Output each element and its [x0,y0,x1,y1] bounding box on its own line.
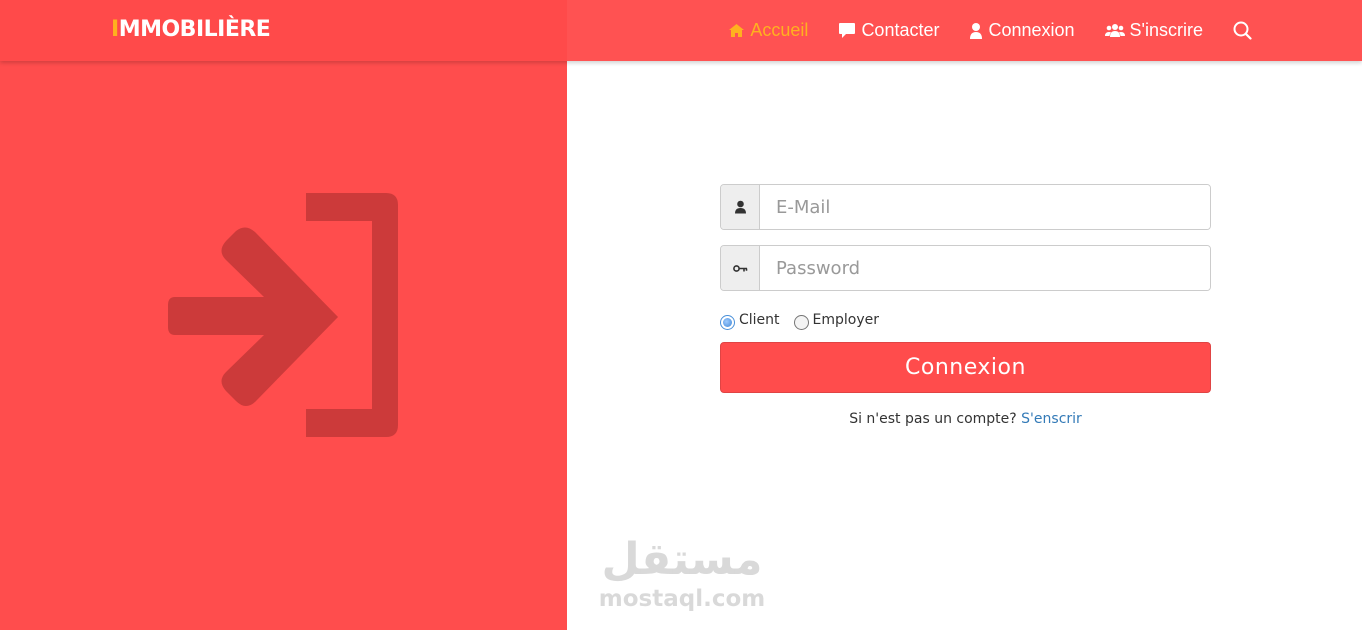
nav-item-sinscrire[interactable]: S'inscrire [1104,20,1203,41]
radio-employer[interactable]: Employer [793,311,880,330]
logo-accent-letter: I [111,17,119,42]
logo-text: MMOBILIÈRE [118,17,271,42]
key-icon [732,264,747,272]
signup-prompt: Si n'est pas un compte? S'enscrir [720,411,1211,427]
watermark-latin: mostaql.com [598,586,766,612]
password-field[interactable] [760,246,1210,290]
watermark: مستقل mostaql.com [597,535,767,625]
signup-link[interactable]: S'enscrir [1021,411,1082,427]
nav-item-contacter[interactable]: Contacter [838,20,939,41]
search-icon [1233,21,1252,40]
radio-employer-indicator[interactable] [793,314,809,330]
password-input-group [720,245,1211,291]
nav-item-connexion[interactable]: Connexion [969,20,1075,41]
sign-in-icon [168,193,398,437]
nav-item-label: S'inscrire [1129,20,1203,40]
brand-logo[interactable]: IMMOBILIÈRE [111,17,271,43]
top-navbar: IMMOBILIÈRE Accueil Contacter Connexion … [0,0,1362,61]
nav-item-label: Contacter [861,20,940,40]
navbar-left-section [0,0,567,61]
password-addon [721,246,760,290]
login-form: Client Employer Connexion Si n'est pas u… [720,184,1211,427]
user-icon [970,22,983,39]
user-icon [734,200,746,214]
radio-client-indicator[interactable] [720,314,735,330]
left-panel [0,0,567,630]
search-button[interactable] [1233,21,1252,40]
radio-client[interactable]: Client [720,311,780,330]
radio-client-label: Client [739,312,780,328]
email-field[interactable] [760,185,1210,229]
nav-item-label: Connexion [988,20,1075,40]
signup-prompt-text: Si n'est pas un compte? [849,411,1017,427]
login-submit-button[interactable]: Connexion [720,342,1211,393]
main-nav: Accueil Contacter Connexion S'inscrire [698,0,1252,61]
nav-item-accueil[interactable]: Accueil [728,20,808,41]
users-icon [1104,24,1125,37]
radio-employer-label: Employer [812,312,880,328]
home-icon [729,24,745,37]
comment-icon [839,23,856,38]
nav-item-label: Accueil [750,20,809,40]
watermark-arabic: مستقل [601,534,763,585]
email-input-group [720,184,1211,230]
email-addon [721,185,760,229]
role-radio-group: Client Employer [720,305,1211,335]
